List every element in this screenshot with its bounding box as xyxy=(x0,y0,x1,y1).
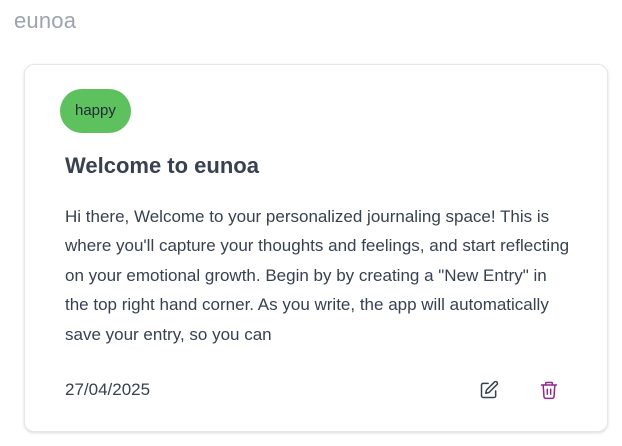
delete-button[interactable] xyxy=(537,378,561,402)
edit-icon xyxy=(480,380,499,399)
trash-icon xyxy=(540,381,558,400)
journal-entry-card[interactable]: happy Welcome to eunoa Hi there, Welcome… xyxy=(24,64,608,432)
entry-preview-text: Hi there, Welcome to your personalized j… xyxy=(65,207,570,344)
app-title: eunoa xyxy=(14,8,77,33)
mood-badge: happy xyxy=(60,89,131,133)
edit-button[interactable] xyxy=(477,378,501,402)
entry-date: 27/04/2025 xyxy=(65,380,151,399)
entry-title: Welcome to eunoa xyxy=(65,153,259,178)
